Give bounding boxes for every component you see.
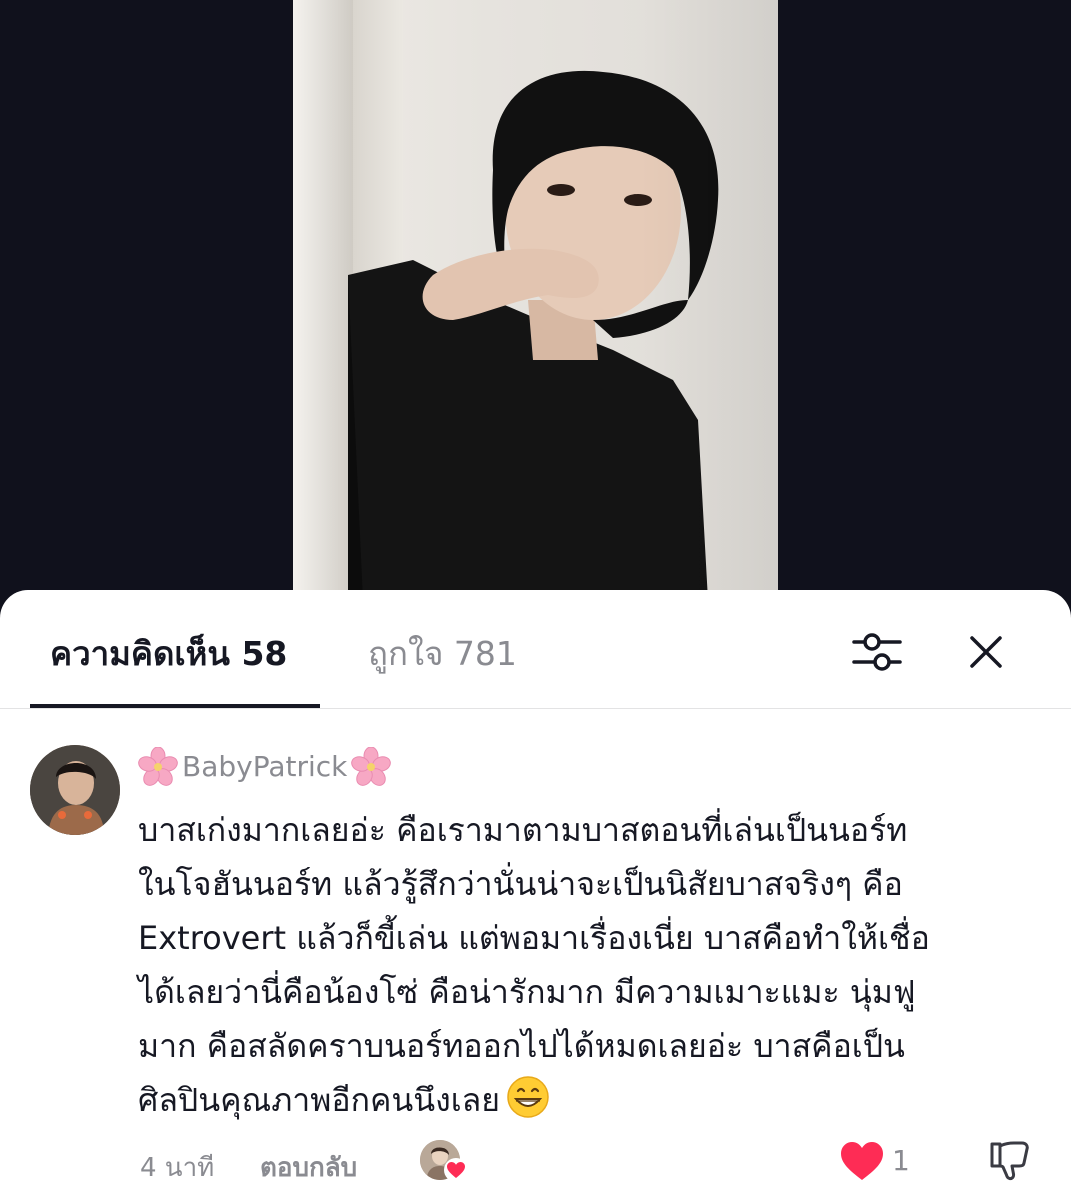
comment-line: บาสเก่งมากเลยอ่ะ คือเรามาตามบาสตอนที่เล่… [138,811,908,849]
video-shadow [638,0,778,600]
like-count: 1 [892,1144,910,1177]
tab-likes[interactable]: ถูกใจ 781 [368,634,517,674]
comments-sheet: ความคิดเห็น 58 ถูกใจ 781 BabyPatrick บาส… [0,590,1071,1200]
creator-heart-icon [444,1158,468,1182]
commenter-avatar[interactable] [30,745,120,835]
reply-button[interactable]: ตอบกลับ [260,1147,357,1188]
cherry-blossom-icon [138,747,178,786]
sheet-tabs: ความคิดเห็น 58 ถูกใจ 781 [0,590,1071,708]
commenter-username[interactable]: BabyPatrick [182,747,347,787]
comment-last-line-row: ศิลปินคุณภาพอีกคนนึงเลย [138,1073,1018,1127]
grinning-face-emoji-icon [507,1076,549,1118]
avatar-image [30,745,120,835]
comment-time: 4 นาที [140,1153,215,1183]
commenter-name-row[interactable]: BabyPatrick [138,745,392,789]
cherry-blossom-icon [351,747,392,786]
app-screen: ความคิดเห็น 58 ถูกใจ 781 BabyPatrick บาส… [0,0,1071,1200]
tabs-divider [0,708,1071,709]
comment-line: Extrovert แล้วก็ขี้เล่น แต่พอมาเรื่องเนี… [138,919,930,957]
video-preview[interactable] [293,0,778,600]
tab-comments[interactable]: ความคิดเห็น 58 [50,634,287,674]
heart-icon[interactable] [838,1139,886,1183]
comment-line: ในโจฮันนอร์ท แล้วรู้สึกว่านั่นน่าจะเป็นน… [138,865,903,903]
filter-sliders-icon[interactable] [850,628,904,676]
close-icon[interactable] [964,630,1008,674]
comment-text: บาสเก่งมากเลยอ่ะ คือเรามาตามบาสตอนที่เล่… [138,803,1018,1127]
comment-line: ได้เลยว่านี่คือน้องโซ่ คือน่ารักมาก มีคว… [138,973,916,1011]
comment-line: มาก คือสลัดคราบนอร์ทออกไปได้หมดเลยอ่ะ บา… [138,1027,905,1065]
comment-line: ศิลปินคุณภาพอีกคนนึงเลย [138,1081,501,1119]
thumbs-down-icon[interactable] [986,1136,1034,1184]
